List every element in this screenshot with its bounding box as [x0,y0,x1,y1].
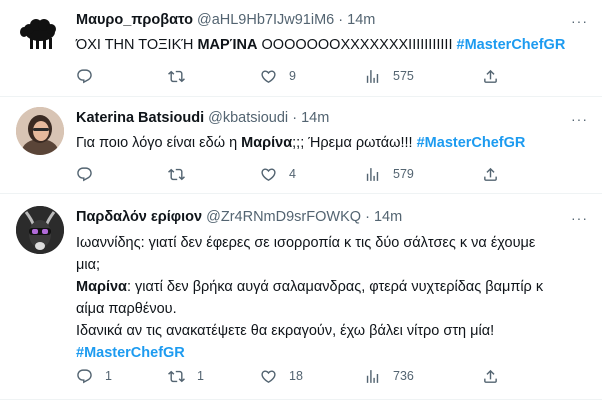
reply-icon [76,68,93,85]
text-segment: ΌΧΙ ΤΗΝ ΤΟΞΙΚΉ [76,37,198,53]
views-icon [364,368,381,385]
tweet-text: ΌΧΙ ΤΗΝ ΤΟΞΙΚΉ ΜΑΡΊΝΑ OOOOOOOXXXXXXXIIII… [76,35,586,56]
separator-dot: · [338,12,344,28]
hashtag-link[interactable]: #MasterChefGR [417,135,526,151]
reply-icon [76,368,93,385]
like-count: 9 [289,69,296,83]
text-segment: ;;; Ήρεμα ρωτάω!!! [292,135,417,151]
text-segment: : γιατί δεν βρήκα αυγά σαλαμανδρας, φτερ… [126,279,544,295]
tweet-text: Για ποιο λόγο είναι εδώ η Μαρίνα;;; Ήρεμ… [76,133,586,154]
text-segment: OOOOOOOXXXXXXXIIIIIIIIIII [257,37,457,53]
more-icon[interactable]: ··· [571,13,588,29]
display-name[interactable]: Μαυρο_προβατο [76,12,193,28]
display-name[interactable]: Katerina Batsioudi [76,110,204,126]
more-icon[interactable]: ··· [571,210,588,226]
highlighted-keyword: Μαρίνα [241,135,293,151]
text-line: μια; [76,257,100,273]
tweet-header: Παρδαλόν ερίφιον @Zr4RNmD9srFOWKQ · 14m [76,209,402,225]
action-bar: 9 575 [76,66,526,86]
retweet-icon [168,368,185,385]
hashtag-link[interactable]: #MasterChefGR [457,37,566,53]
retweet-count: 1 [197,369,204,383]
reply-button[interactable] [76,66,105,86]
timestamp[interactable]: 14m [347,12,375,28]
user-handle[interactable]: @kbatsioudi [208,110,288,126]
highlighted-keyword: Μαρίνα [76,279,127,295]
tweet-text: Ιωαννίδης: γιατί δεν έφερες σε ισορροπία… [76,232,586,364]
views-button[interactable]: 736 [364,366,414,386]
like-count: 18 [289,369,303,383]
text-line: Ιδανικά αν τις ανακατέψετε θα εκραγούν, … [76,323,495,339]
share-icon [482,368,499,385]
view-count: 579 [393,167,414,181]
timestamp[interactable]: 14m [374,209,402,225]
avatar[interactable] [16,206,64,254]
separator-dot: · [292,110,298,126]
text-line: Μαρίνα: γιατί δεν βρήκα αυγά σαλαμανδρας… [76,276,586,298]
text-segment: Για ποιο λόγο είναι εδώ η [76,135,242,151]
reply-button[interactable]: 1 [76,366,112,386]
like-button[interactable]: 4 [260,164,296,184]
views-icon [364,166,381,183]
goat-icon [16,206,64,254]
heart-icon [260,368,277,385]
heart-icon [260,166,277,183]
views-button[interactable]: 575 [364,66,414,86]
text-line: Ιωαννίδης: γιατί δεν έφερες σε ισορροπία… [76,235,536,251]
share-button[interactable] [482,366,499,386]
hashtag-link[interactable]: #MasterChefGR [76,345,185,361]
retweet-button[interactable] [168,164,197,184]
tweet[interactable]: Μαυρο_προβατο @aHL9Hb7IJw91iM6 · 14m ···… [0,0,602,97]
like-button[interactable]: 9 [260,66,296,86]
tweet[interactable]: Παρδαλόν ερίφιον @Zr4RNmD9srFOWKQ · 14m … [0,194,602,400]
like-button[interactable]: 18 [260,366,303,386]
action-bar: 4 579 [76,164,526,184]
view-count: 736 [393,369,414,383]
profile-photo-icon [16,107,64,155]
reply-icon [76,166,93,183]
reply-count: 1 [105,369,112,383]
more-icon[interactable]: ··· [571,111,588,127]
heart-icon [260,68,277,85]
tweet[interactable]: Katerina Batsioudi @kbatsioudi · 14m ···… [0,97,602,194]
separator-dot: · [365,209,370,225]
sheep-icon [20,19,56,49]
avatar[interactable] [16,10,64,58]
like-count: 4 [289,167,296,181]
tweet-header: Μαυρο_προβατο @aHL9Hb7IJw91iM6 · 14m [76,12,375,28]
retweet-icon [168,68,185,85]
view-count: 575 [393,69,414,83]
views-button[interactable]: 579 [364,164,414,184]
user-handle[interactable]: @aHL9Hb7IJw91iM6 [197,12,334,28]
share-icon [482,68,499,85]
reply-button[interactable] [76,164,105,184]
views-icon [364,68,381,85]
share-button[interactable] [482,66,499,86]
action-bar: 1 1 18 736 [76,366,526,386]
retweet-icon [168,166,185,183]
user-handle[interactable]: @Zr4RNmD9srFOWKQ [206,209,361,225]
share-button[interactable] [482,164,499,184]
timestamp[interactable]: 14m [301,110,329,126]
share-icon [482,166,499,183]
highlighted-keyword: ΜΑΡΊΝΑ [197,37,258,53]
retweet-button[interactable]: 1 [168,366,204,386]
display-name[interactable]: Παρδαλόν ερίφιον [76,209,202,225]
text-line: αίμα παρθένου. [76,301,177,317]
avatar[interactable] [16,107,64,155]
tweet-header: Katerina Batsioudi @kbatsioudi · 14m [76,110,329,126]
retweet-button[interactable] [168,66,197,86]
